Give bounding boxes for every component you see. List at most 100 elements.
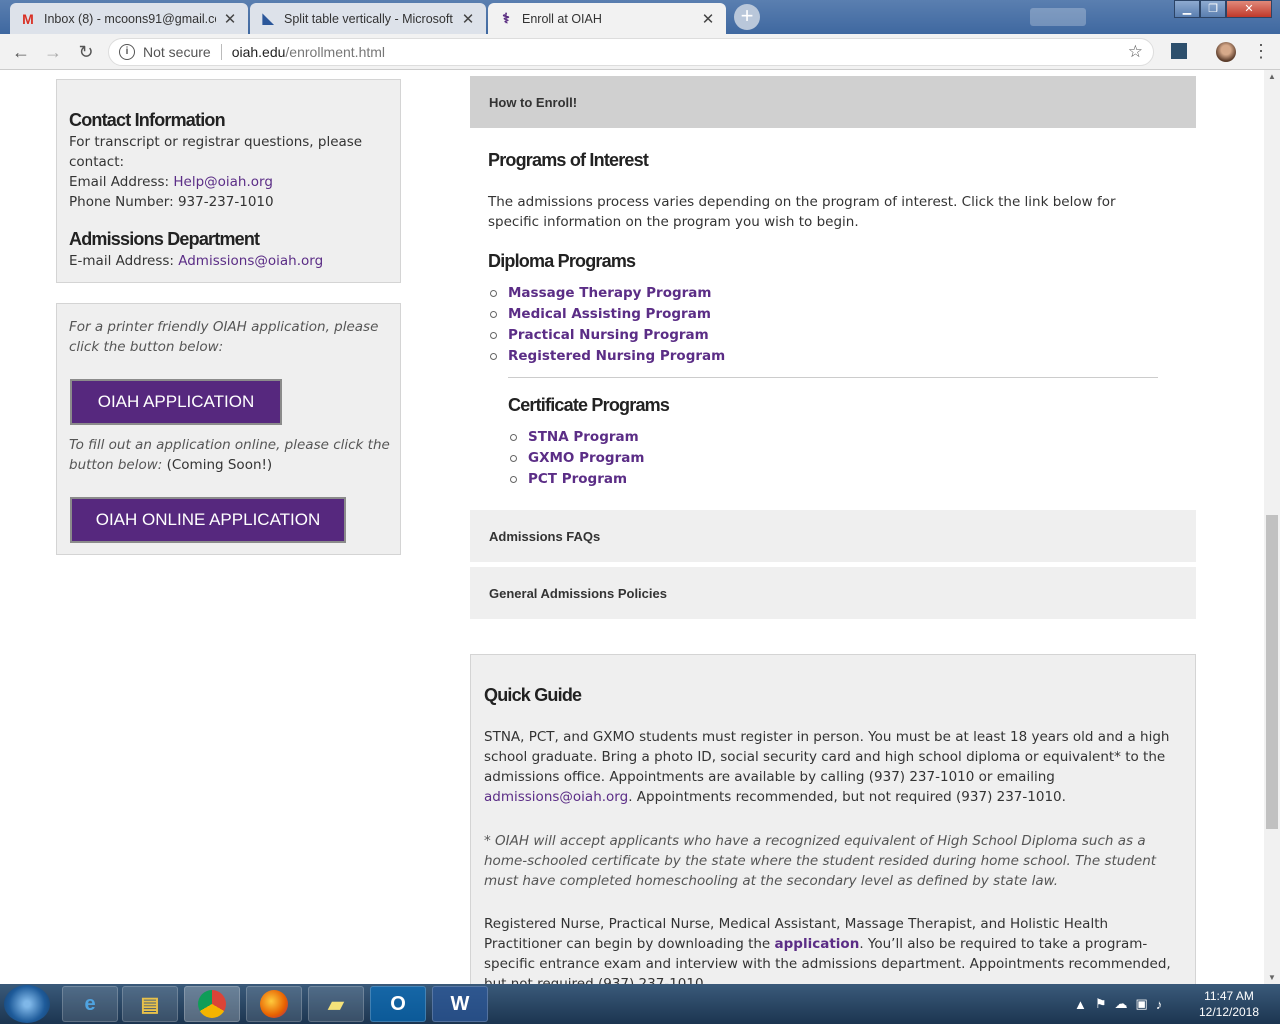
profile-pill[interactable] [1030, 8, 1086, 26]
reload-icon[interactable]: ↻ [75, 41, 97, 63]
program-link[interactable]: STNA Program [528, 429, 639, 445]
admissions-email-link[interactable]: admissions@oiah.org [484, 789, 628, 805]
list-item[interactable]: PCT Program [508, 469, 644, 490]
scroll-up-icon[interactable]: ▲ [1264, 72, 1280, 81]
help-email-link[interactable]: Help@oiah.org [173, 174, 273, 190]
system-clock[interactable]: 11:47 AM 12/12/2018 [1196, 988, 1262, 1020]
programs-intro: The admissions process varies depending … [488, 194, 1116, 230]
window-controls: ▁ ❐ ✕ [1174, 0, 1272, 18]
tab-title: Inbox (8) - mcoons91@gmail.com [44, 11, 216, 26]
volume-icon[interactable]: ♪ [1156, 997, 1163, 1012]
admissions-heading: Admissions Department [69, 229, 260, 249]
phone-label: Phone Number: [69, 194, 174, 210]
email-row: Email Address: Help@oiah.org [69, 172, 389, 192]
avatar[interactable] [1216, 42, 1236, 62]
page-content: Contact Information For transcript or re… [0, 70, 1264, 984]
contact-intro: For transcript or registrar questions, p… [69, 134, 363, 170]
chrome-icon[interactable] [184, 986, 240, 1022]
close-icon[interactable]: ✕ [460, 10, 476, 28]
general-policies-header[interactable]: General Admissions Policies [470, 567, 1196, 619]
list-item[interactable]: Practical Nursing Program [488, 325, 725, 346]
firefox-logo [260, 990, 288, 1018]
chrome-logo [198, 990, 226, 1018]
divider [220, 44, 222, 60]
firefox-icon[interactable] [246, 986, 302, 1022]
program-link[interactable]: Registered Nursing Program [508, 348, 725, 364]
clock-time: 11:47 AM [1204, 989, 1254, 1003]
diploma-list: Massage Therapy Program Medical Assistin… [488, 283, 725, 367]
internet-explorer-icon[interactable]: e [62, 986, 118, 1022]
cloud-icon[interactable]: ☁ [1115, 996, 1128, 1012]
diploma-heading: Diploma Programs [488, 251, 636, 271]
phone-number: 937-237-1010 [177, 194, 274, 210]
quick-guide-box: Quick Guide STNA, PCT, and GXMO students… [470, 654, 1196, 984]
security-label: Not secure [143, 44, 211, 60]
url-path: /enrollment.html [285, 44, 386, 60]
sticky-notes-icon[interactable]: ▰ [308, 986, 364, 1022]
divider [508, 377, 1158, 378]
bookmark-star-icon[interactable]: ☆ [1128, 42, 1143, 62]
url-domain: oiah.edu [231, 44, 286, 60]
contact-details: For transcript or registrar questions, p… [69, 132, 389, 212]
qg-p1-text-end: . Appointments recommended, but not requ… [628, 789, 1066, 805]
menu-icon[interactable]: ⋮ [1252, 41, 1270, 61]
qg-p1-text: STNA, PCT, and GXMO students must regist… [484, 729, 1170, 785]
how-to-enroll-header[interactable]: How to Enroll! [470, 76, 1196, 128]
admissions-email-label: E-mail Address: [69, 253, 174, 269]
list-item[interactable]: GXMO Program [508, 448, 644, 469]
close-icon[interactable]: ✕ [700, 10, 716, 28]
phone-row: Phone Number: 937-237-1010 [69, 192, 389, 212]
printer-text: For a printer friendly OIAH application,… [69, 319, 379, 355]
outlook-icon[interactable]: O [370, 986, 426, 1022]
new-tab-button[interactable]: + [734, 4, 760, 30]
list-item[interactable]: Massage Therapy Program [488, 283, 725, 304]
start-button[interactable] [4, 985, 50, 1023]
tray-expand-icon[interactable]: ▲ [1074, 997, 1087, 1012]
certificate-heading: Certificate Programs [508, 395, 670, 415]
network-icon[interactable]: ▣ [1136, 996, 1148, 1012]
online-text-note: (Coming Soon!) [166, 457, 273, 473]
oiah-online-application-button[interactable]: OIAH ONLINE APPLICATION [70, 497, 346, 543]
program-link[interactable]: Practical Nursing Program [508, 327, 709, 343]
tab-enroll[interactable]: ⚕ Enroll at OIAH ✕ [488, 3, 726, 34]
tab-microsoft[interactable]: ◣ Split table vertically - Microsoft C ✕ [250, 3, 486, 34]
minimize-button[interactable]: ▁ [1174, 0, 1200, 18]
admissions-email-link[interactable]: Admissions@oiah.org [178, 253, 323, 269]
quick-guide-p1: STNA, PCT, and GXMO students must regist… [484, 727, 1184, 807]
application-link[interactable]: application [775, 936, 860, 952]
contact-heading: Contact Information [69, 110, 226, 130]
list-item[interactable]: Registered Nursing Program [488, 346, 725, 367]
scroll-down-icon[interactable]: ▼ [1264, 973, 1280, 982]
flag-icon[interactable]: ⚑ [1095, 996, 1107, 1012]
list-item[interactable]: Medical Assisting Program [488, 304, 725, 325]
application-box: For a printer friendly OIAH application,… [56, 303, 401, 555]
restore-button[interactable]: ❐ [1200, 0, 1226, 18]
info-icon[interactable]: i [119, 44, 135, 60]
program-link[interactable]: GXMO Program [528, 450, 644, 466]
taskbar: e ▤ ▰ O W ▲ ⚑ ☁ ▣ ♪ 11:47 AM 12/12/2018 [0, 984, 1280, 1024]
programs-heading: Programs of Interest [488, 150, 649, 170]
file-explorer-icon[interactable]: ▤ [122, 986, 178, 1022]
extension-icon[interactable] [1171, 43, 1187, 59]
scroll-thumb[interactable] [1266, 515, 1278, 829]
email-label: Email Address: [69, 174, 170, 190]
program-link[interactable]: PCT Program [528, 471, 627, 487]
page-scrollbar[interactable]: ▲ ▼ [1264, 70, 1280, 984]
tab-gmail[interactable]: M Inbox (8) - mcoons91@gmail.com ✕ [10, 3, 248, 34]
admissions-faqs-header[interactable]: Admissions FAQs [470, 510, 1196, 562]
back-arrow-icon[interactable]: ← [10, 41, 32, 63]
address-bar[interactable]: i Not secure oiah.edu/enrollment.html ☆ [108, 38, 1154, 66]
quick-guide-heading: Quick Guide [484, 685, 582, 705]
close-icon[interactable]: ✕ [222, 10, 238, 28]
forward-arrow-icon[interactable]: → [42, 41, 64, 63]
system-tray: ▲ ⚑ ☁ ▣ ♪ [1074, 984, 1170, 1024]
list-item[interactable]: STNA Program [508, 427, 644, 448]
online-text: To fill out an application online, pleas… [69, 435, 394, 475]
close-window-button[interactable]: ✕ [1226, 0, 1272, 18]
word-icon[interactable]: W [432, 986, 488, 1022]
tab-title: Split table vertically - Microsoft C [284, 11, 454, 26]
program-link[interactable]: Medical Assisting Program [508, 306, 711, 322]
oiah-application-button[interactable]: OIAH APPLICATION [70, 379, 282, 425]
program-link[interactable]: Massage Therapy Program [508, 285, 711, 301]
admissions-email-row: E-mail Address: Admissions@oiah.org [69, 251, 323, 271]
